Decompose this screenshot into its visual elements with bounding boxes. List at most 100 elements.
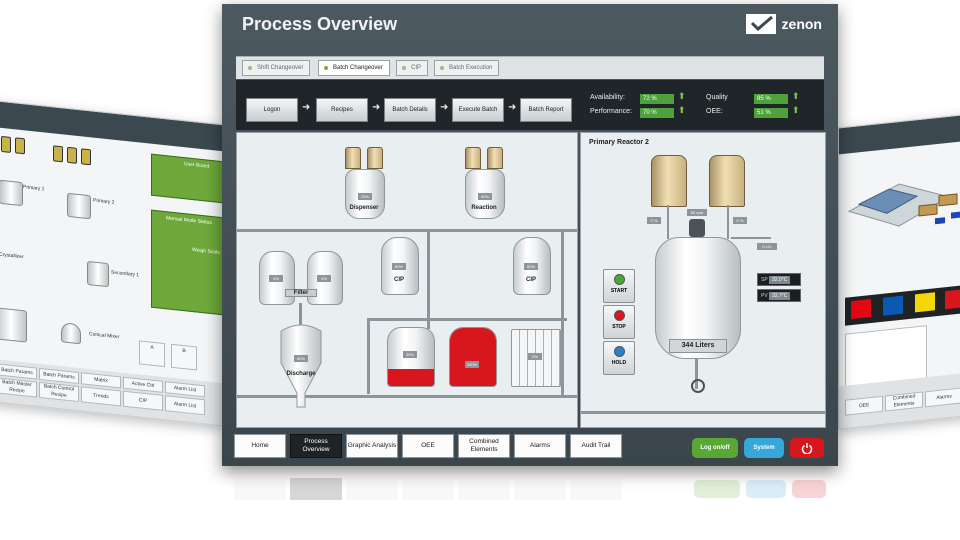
reaction-label: Reaction: [471, 205, 497, 211]
kpi-strip: [845, 284, 960, 326]
nav-audit-trail[interactable]: Audit Trail: [570, 434, 622, 458]
left-footer-button[interactable]: Batch Master Recipe: [0, 377, 37, 398]
step-batch-details[interactable]: Batch Details: [384, 98, 436, 122]
user-board-title: User Board: [184, 161, 210, 170]
process-value-readout: PV 32.7°C: [757, 289, 801, 302]
step-logon[interactable]: Logon: [246, 98, 298, 122]
mixer: [61, 322, 81, 345]
cip1-label: CIP: [393, 277, 404, 283]
left-footer-button[interactable]: CIP: [123, 390, 163, 411]
ibc-fill: [388, 368, 434, 386]
reactor-silo: [651, 155, 687, 207]
system-button[interactable]: System: [744, 438, 784, 458]
arrow-up-icon: ⬆: [678, 105, 686, 115]
tank: [87, 260, 109, 288]
left-footer-button[interactable]: Trends: [81, 386, 121, 407]
tab-cip[interactable]: CIP: [396, 60, 429, 76]
right-footer-button[interactable]: Combined Elements: [885, 391, 923, 412]
motor-icon: [689, 219, 705, 237]
power-button[interactable]: [790, 438, 824, 458]
nav-combined-elements[interactable]: Combined Elements: [458, 434, 510, 458]
arrow-right-icon: ➜: [440, 102, 449, 113]
arrow-right-icon: ➜: [372, 102, 381, 113]
sp-value: 32.0°C: [768, 276, 791, 284]
silo: [367, 147, 383, 169]
silo: [487, 147, 503, 169]
kpi-oee-label: OEE:: [706, 108, 723, 115]
nav-home[interactable]: Home: [234, 434, 286, 458]
nav-alarms[interactable]: Alarms: [514, 434, 566, 458]
discharge-level: 80%: [294, 355, 308, 362]
right-screen-header: [839, 113, 960, 155]
reactor-tag: 0 %: [647, 217, 661, 224]
log-on-off-button[interactable]: Log on/off: [692, 438, 738, 458]
silo: [465, 147, 481, 169]
stop-button[interactable]: STOP: [603, 305, 635, 339]
ibc-level: 0%: [528, 353, 542, 360]
kpi-performance-label: Performance:: [590, 108, 633, 115]
arrow-up-icon: ⬆: [792, 91, 800, 101]
zenon-logo: zenon: [745, 14, 822, 34]
left-item-label: Crystallizer: [0, 251, 24, 261]
nav-oee[interactable]: OEE: [402, 434, 454, 458]
kpi-quality-value: 85 %: [754, 94, 788, 104]
pipe: [367, 318, 567, 321]
left-item-label: Conical Mixer: [89, 331, 120, 341]
reflection: [234, 470, 834, 500]
arrow-up-icon: ⬆: [678, 91, 686, 101]
ibc-fill: [450, 328, 496, 386]
discharge-vessel[interactable]: [271, 323, 331, 413]
tab-shift-changeover[interactable]: Shift Changeover: [242, 60, 311, 76]
cip1-level: 80%: [392, 263, 406, 270]
step-execute-batch[interactable]: Execute Batch: [452, 98, 504, 122]
right-footer-button[interactable]: OEE: [845, 395, 883, 416]
primary-reactor-panel: Primary Reactor 2 0 % 0 % 60 rpm 0 L/h 3…: [580, 132, 826, 428]
pipe: [727, 205, 729, 239]
left-footer-button[interactable]: Batch Control Recipe: [39, 381, 79, 403]
left-b-button[interactable]: B: [171, 343, 197, 371]
valve-icon[interactable]: [691, 379, 705, 393]
batch-workflow-bar: Logon ➜ Recipes ➜ Batch Details ➜ Execut…: [236, 80, 824, 130]
tab-batch-changeover[interactable]: Batch Changeover: [318, 60, 390, 76]
plant-diagram: 25% Dispenser 60% Reaction 0% 0% Filter …: [236, 132, 578, 428]
sp-label: SP: [761, 277, 768, 283]
silo-icon: [15, 137, 25, 155]
reactor-tag: 0 L/h: [757, 243, 777, 250]
tab-batch-execution[interactable]: Batch Execution: [434, 60, 500, 76]
left-item-label: Secondary 1: [111, 269, 140, 279]
power-icon: [801, 443, 813, 455]
cip2-level: 60%: [524, 263, 538, 270]
left-screen-header: [0, 100, 223, 152]
kpi-availability-label: Availability:: [590, 94, 625, 101]
silo-icon: [81, 148, 91, 166]
left-footer-button[interactable]: Alarm List: [165, 395, 205, 416]
hold-button[interactable]: HOLD: [603, 341, 635, 375]
right-footer-button[interactable]: Alarms: [925, 387, 960, 408]
brand-name: zenon: [781, 16, 822, 32]
ibc-level: 30%: [403, 351, 417, 358]
tank: [67, 192, 91, 220]
filter-label: Filter: [285, 289, 317, 297]
arrow-up-icon: ⬆: [792, 105, 800, 115]
step-batch-report[interactable]: Batch Report: [520, 98, 572, 122]
reactor-volume: 344 Liters: [669, 339, 727, 353]
right-background-screen: OEE Combined Elements Alarms: [838, 112, 960, 430]
left-item-label: Primary 1: [23, 184, 45, 193]
left-footer-top-button[interactable]: Batch Params: [0, 363, 37, 380]
ibc-container[interactable]: [449, 327, 497, 387]
start-button[interactable]: START: [603, 269, 635, 303]
pipe: [667, 205, 669, 239]
left-a-button[interactable]: A: [139, 340, 165, 368]
discharge-label: Discharge: [286, 371, 316, 377]
nav-graphic-analysis[interactable]: Graphic Analysis: [346, 434, 398, 458]
kpi-availability-value: 72 %: [640, 94, 674, 104]
nav-process-overview[interactable]: Process Overview: [290, 434, 342, 458]
main-pipe: [237, 229, 577, 232]
reactor-tag: 0 %: [733, 217, 747, 224]
step-recipes[interactable]: Recipes: [316, 98, 368, 122]
filter-right-level: 0%: [317, 275, 331, 282]
arrow-right-icon: ➜: [508, 102, 517, 113]
kpi-oee-value: 51 %: [754, 108, 788, 118]
kpi-quality-label: Quality: [706, 94, 728, 101]
pv-value: 32.7°C: [769, 292, 791, 300]
